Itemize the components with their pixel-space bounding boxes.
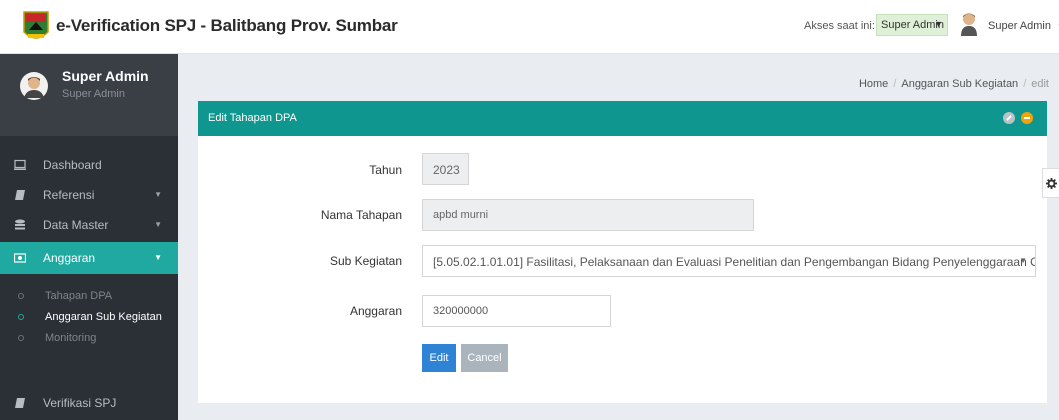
cancel-button[interactable]: Cancel [461,344,508,372]
anggaran-value: 320000000 [433,305,489,317]
edit-panel: Edit Tahapan DPA Tahun 2023 Nama Tahapan… [198,101,1047,403]
settings-tab[interactable] [1042,168,1059,198]
circle-icon [18,335,24,341]
province-logo-icon [23,11,49,39]
breadcrumb-current: edit [1031,78,1049,90]
anggaran-submenu: Tahapan DPA Anggaran Sub Kegiatan Monito… [0,286,178,382]
submenu-item-label: Monitoring [45,332,97,344]
caret-down-icon: ▼ [154,253,162,262]
breadcrumb-section[interactable]: Anggaran Sub Kegiatan [901,78,1018,90]
sidebar-item-label: Data Master [43,218,109,232]
gear-icon [1046,178,1057,189]
nama-tahapan-value: apbd murni [433,209,489,221]
sub-kegiatan-label: Sub Kegiatan [329,254,402,268]
edit-button[interactable]: Edit [422,344,456,372]
collapse-icon[interactable] [1003,112,1015,124]
sidebar: Super Admin Super Admin Dashboard Refere… [0,54,178,420]
role-select[interactable]: Super Admin ▼ [876,14,948,36]
monitor-icon [14,159,26,170]
panel-title: Edit Tahapan DPA [208,112,297,124]
tahun-value: 2023 [433,163,460,177]
breadcrumb-separator: / [893,78,897,90]
submenu-item-anggaran-sub-kegiatan[interactable]: Anggaran Sub Kegiatan [0,307,178,329]
circle-icon [18,293,24,299]
sidebar-item-verifikasi-spj[interactable]: Verifikasi SPJ [0,388,178,418]
submenu-item-monitoring[interactable]: Monitoring [0,328,178,350]
sidebar-item-label: Anggaran [43,251,96,265]
app-title: e-Verification SPJ - Balitbang Prov. Sum… [56,16,398,35]
sub-kegiatan-select[interactable]: [5.05.02.1.01.01] Fasilitasi, Pelaksanaa… [422,245,1036,277]
breadcrumb-home[interactable]: Home [859,78,888,90]
submenu-item-tahapan-dpa[interactable]: Tahapan DPA [0,286,178,308]
avatar [20,72,48,100]
book-icon [15,398,25,408]
panel-header: Edit Tahapan DPA [198,101,1047,136]
breadcrumb-separator: / [1023,78,1027,90]
user-menu[interactable]: Super Admin ▼ [988,20,1059,32]
chevron-down-icon: ▼ [934,19,943,29]
access-label: Akses saat ini: [804,20,875,32]
minimize-icon[interactable] [1021,112,1033,124]
book-icon [15,190,25,200]
caret-down-icon: ▼ [154,220,162,229]
top-navbar: e-Verification SPJ - Balitbang Prov. Sum… [0,0,1059,54]
database-icon [15,219,25,230]
sidebar-item-data-master[interactable]: Data Master ▼ [0,210,178,240]
sidebar-item-label: Verifikasi SPJ [43,396,117,410]
tahun-label: Tahun [369,163,402,177]
sidebar-item-label: Referensi [43,188,95,202]
sidebar-item-label: Dashboard [43,158,102,172]
sidebar-item-anggaran[interactable]: Anggaran ▼ [0,242,178,274]
nama-tahapan-field[interactable]: apbd murni [422,199,754,231]
user-menu-name: Super Admin [988,20,1051,32]
tahun-field[interactable]: 2023 [422,153,469,185]
anggaran-label: Anggaran [349,304,402,318]
sidebar-item-referensi[interactable]: Referensi ▼ [0,180,178,210]
submenu-item-label: Anggaran Sub Kegiatan [45,311,162,323]
anggaran-input[interactable]: 320000000 [422,295,611,327]
sidebar-user-role: Super Admin [62,88,125,100]
sub-kegiatan-value: [5.05.02.1.01.01] Fasilitasi, Pelaksanaa… [433,255,1036,269]
submenu-item-label: Tahapan DPA [45,290,113,302]
user-avatar-icon[interactable] [960,12,978,36]
nama-tahapan-label: Nama Tahapan [320,208,402,222]
money-icon [14,253,26,263]
caret-down-icon: ▼ [154,190,162,199]
chevron-down-icon: ▼ [1019,256,1027,265]
breadcrumb: Home / Anggaran Sub Kegiatan / edit [859,78,1049,90]
circle-icon [18,314,24,320]
sidebar-user-panel: Super Admin Super Admin [0,54,178,136]
sidebar-item-dashboard[interactable]: Dashboard [0,150,178,180]
sidebar-user-name: Super Admin [62,68,149,84]
